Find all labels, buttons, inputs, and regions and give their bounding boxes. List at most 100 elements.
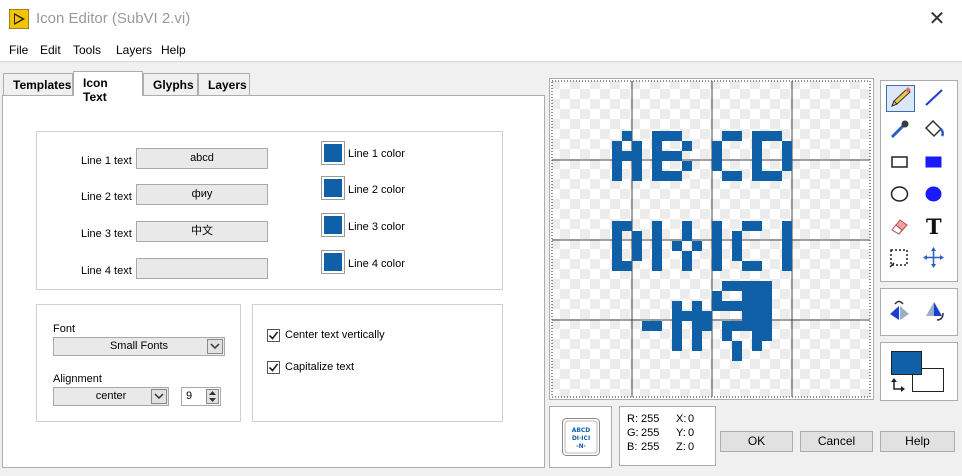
text-icon[interactable]: T xyxy=(920,213,949,240)
icon-pixel xyxy=(642,321,662,331)
line-1-color-label: Line 1 color xyxy=(348,148,405,160)
line-4-color-swatch[interactable] xyxy=(321,250,345,274)
icon-pixel xyxy=(752,131,762,181)
font-size-value: 9 xyxy=(186,390,193,402)
icon-pixel xyxy=(762,281,772,341)
tab-templates[interactable]: Templates xyxy=(3,73,73,95)
line-1-color-swatch[interactable] xyxy=(321,141,345,165)
icon-pixel xyxy=(672,301,682,351)
flip-horizontal-icon[interactable] xyxy=(886,298,915,325)
line-4-text-input[interactable] xyxy=(136,258,268,279)
chevron-down-icon xyxy=(151,389,167,404)
tab-glyphs[interactable]: Glyphs xyxy=(143,73,198,95)
icon-pixel xyxy=(722,331,732,341)
line-3-text-input[interactable]: 中文 xyxy=(136,221,268,242)
icon-text-panel: Line 1 text abcd Line 2 text фиу Line 3 … xyxy=(2,95,545,468)
icon-pixel xyxy=(622,151,632,161)
rectangle-icon[interactable] xyxy=(886,149,915,176)
icon-pixel xyxy=(632,141,642,181)
filled-ellipse-icon[interactable] xyxy=(920,181,949,208)
icon-pixel xyxy=(712,221,722,271)
text-options-group: Center text vertically Capitalize text xyxy=(252,304,503,422)
line-2-text-label: Line 2 text xyxy=(81,191,132,203)
icon-pixel xyxy=(692,301,702,351)
spin-arrows-icon[interactable] xyxy=(206,389,219,404)
ok-button[interactable]: OK xyxy=(720,431,793,452)
icon-pixel xyxy=(722,281,762,291)
line-3-color-label: Line 3 color xyxy=(348,221,405,233)
dropper-icon[interactable] xyxy=(886,117,915,144)
icon-pixel xyxy=(732,231,742,261)
line-1-text-input[interactable]: abcd xyxy=(136,148,268,169)
line-2-text-input[interactable]: фиу xyxy=(136,184,268,205)
rotate-icon[interactable] xyxy=(920,298,949,325)
fill-bucket-icon[interactable] xyxy=(920,117,949,144)
icon-pixel xyxy=(702,311,712,331)
tab-icon-text[interactable]: Icon Text xyxy=(73,71,143,104)
close-icon[interactable]: ✕ xyxy=(926,8,948,30)
tools-palette: T xyxy=(880,80,958,282)
icon-pixel xyxy=(682,141,692,151)
icon-pixel xyxy=(762,131,782,141)
font-dropdown[interactable]: Small Fonts xyxy=(53,337,225,356)
line-3-text-label: Line 3 text xyxy=(81,228,132,240)
b-label: B: xyxy=(627,441,638,453)
pencil-icon[interactable] xyxy=(886,85,915,112)
x-value: 0 xyxy=(688,413,695,425)
alignment-dropdown-value: center xyxy=(95,390,127,402)
menu-edit[interactable]: Edit xyxy=(40,43,61,57)
eraser-icon[interactable] xyxy=(886,213,915,240)
line-4-color-fill xyxy=(324,253,342,271)
icon-pixel xyxy=(612,141,622,181)
icon-pixel xyxy=(742,221,762,231)
r-value: 255 xyxy=(641,413,660,425)
color-selector xyxy=(880,342,958,401)
swap-colors-icon[interactable] xyxy=(891,378,907,394)
chevron-down-icon xyxy=(207,339,223,354)
line-icon[interactable] xyxy=(920,85,949,112)
icon-pixel xyxy=(612,221,622,271)
move-icon[interactable] xyxy=(920,245,949,272)
icon-pixel xyxy=(762,171,782,181)
r-label: R: xyxy=(627,413,638,425)
pixel-info-box: R: 255 X: 0 G: 255 Y: 0 B: 255 Z: 0 xyxy=(619,406,716,466)
help-button[interactable]: Help xyxy=(880,431,955,452)
menu-file[interactable]: File xyxy=(9,43,28,57)
center-vertically-label: Center text vertically xyxy=(285,329,385,341)
line-3-color-swatch[interactable] xyxy=(321,213,345,237)
icon-pixel xyxy=(722,171,742,181)
tab-layers[interactable]: Layers xyxy=(198,73,250,95)
icon-pixel xyxy=(662,151,682,161)
foreground-color-swatch[interactable] xyxy=(891,351,922,375)
alignment-dropdown[interactable]: center xyxy=(53,387,169,406)
svg-text:DI·ICI: DI·ICI xyxy=(572,435,590,442)
checkmark-icon xyxy=(268,363,279,372)
svg-text:T: T xyxy=(926,214,942,238)
font-size-stepper[interactable]: 9 xyxy=(181,387,221,406)
center-vertically-checkbox[interactable] xyxy=(267,329,280,342)
window-title: Icon Editor (SubVI 2.vi) xyxy=(36,10,191,27)
line-2-color-fill xyxy=(324,179,342,197)
filled-rectangle-icon[interactable] xyxy=(920,149,949,176)
line-1-text-label: Line 1 text xyxy=(81,155,132,167)
icon-pixel xyxy=(682,161,692,171)
icon-pixel xyxy=(722,321,752,331)
icon-pixel xyxy=(712,301,742,311)
menu-tools[interactable]: Tools xyxy=(73,43,101,57)
select-icon[interactable] xyxy=(886,245,915,272)
line-2-color-swatch[interactable] xyxy=(321,176,345,200)
menu-help[interactable]: Help xyxy=(161,43,186,57)
icon-pixel xyxy=(752,321,762,351)
line-2-color-label: Line 2 color xyxy=(348,184,405,196)
icon-pixel xyxy=(712,291,722,301)
icon-pixel xyxy=(622,131,632,141)
icon-preview: ABCD DI·ICI -N· xyxy=(562,418,600,456)
ellipse-icon[interactable] xyxy=(886,181,915,208)
icon-canvas[interactable] xyxy=(550,79,873,399)
capitalize-text-checkbox[interactable] xyxy=(267,361,280,374)
checkmark-icon xyxy=(268,331,279,340)
menu-layers[interactable]: Layers xyxy=(116,43,152,57)
cancel-button[interactable]: Cancel xyxy=(800,431,873,452)
icon-pixel xyxy=(712,141,722,171)
line-4-text-label: Line 4 text xyxy=(81,265,132,277)
